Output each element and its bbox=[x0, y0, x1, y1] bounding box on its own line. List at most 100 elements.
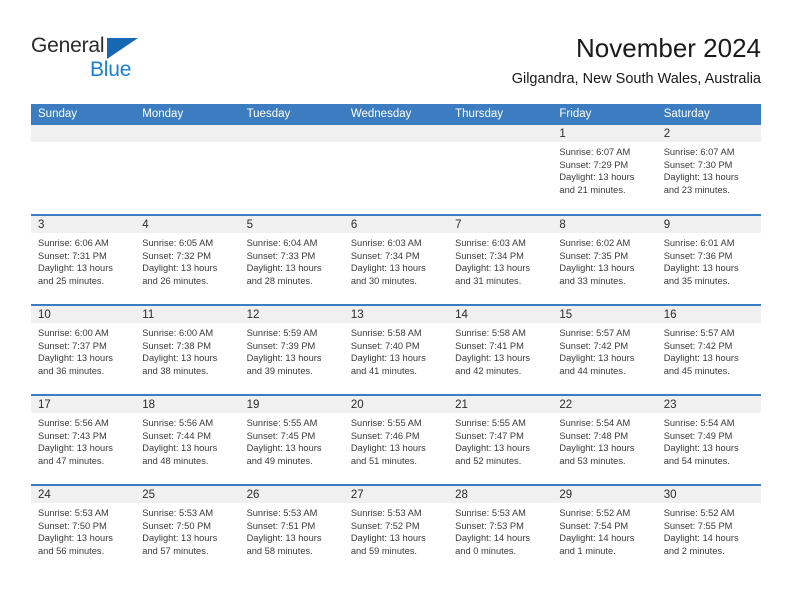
day-details: Sunrise: 6:05 AM Sunset: 7:32 PM Daylight:… bbox=[135, 233, 239, 287]
generalblue-logo[interactable]: General Blue bbox=[31, 34, 231, 92]
sunrise-text: Sunrise: 5:52 AM bbox=[559, 508, 631, 518]
day-number: 1 bbox=[552, 125, 657, 142]
day-number: 10 bbox=[31, 306, 136, 323]
calendar-day-cell[interactable]: 11 Sunrise: 6:00 AM Sunset: 7:38 PM Dayligh… bbox=[135, 304, 240, 395]
calendar-day-cell[interactable]: 3 Sunrise: 6:06 AM Sunset: 7:31 PM Daylight… bbox=[31, 214, 136, 305]
calendar-day-cell[interactable]: 20 Sunrise: 5:55 AM Sunset: 7:46 PM Dayligh… bbox=[343, 394, 449, 485]
daylight-text-line1: Daylight: 13 hours bbox=[246, 533, 322, 544]
daylight-text-line1: Daylight: 13 hours bbox=[559, 353, 635, 364]
calendar-day-cell[interactable]: 1 Sunrise: 6:07 AM Sunset: 7:29 PM Daylight… bbox=[552, 125, 657, 215]
daylight-text-line1: Daylight: 13 hours bbox=[455, 443, 531, 454]
calendar-day-cell[interactable]: 15 Sunrise: 5:57 AM Sunset: 7:42 PM Dayligh… bbox=[552, 304, 657, 395]
calendar-day-cell[interactable]: 13 Sunrise: 5:58 AM Sunset: 7:40 PM Dayligh… bbox=[343, 304, 449, 395]
calendar-day-cell[interactable]: 21 Sunrise: 5:55 AM Sunset: 7:47 PM Dayligh… bbox=[448, 394, 553, 485]
day-details: Sunrise: 6:06 AM Sunset: 7:31 PM Daylight:… bbox=[31, 233, 135, 287]
calendar-day-cell[interactable]: 2 Sunrise: 6:07 AM Sunset: 7:30 PM Daylight… bbox=[656, 125, 761, 215]
day-number: 27 bbox=[343, 486, 449, 503]
daylight-text-line1: Daylight: 13 hours bbox=[350, 353, 426, 364]
calendar-day-cell[interactable]: 26 Sunrise: 5:53 AM Sunset: 7:51 PM Dayligh… bbox=[239, 484, 344, 575]
calendar-day-cell[interactable]: 27 Sunrise: 5:53 AM Sunset: 7:52 PM Dayligh… bbox=[343, 484, 449, 575]
calendar-day-cell[interactable]: 28 Sunrise: 5:53 AM Sunset: 7:53 PM Dayligh… bbox=[448, 484, 553, 575]
daylight-text-line2: and 52 minutes. bbox=[455, 455, 522, 466]
calendar-day-cell[interactable]: 29 Sunrise: 5:52 AM Sunset: 7:54 PM Dayligh… bbox=[552, 484, 657, 575]
day-number: 29 bbox=[552, 486, 657, 503]
day-number: 23 bbox=[656, 396, 761, 413]
calendar-day-cell[interactable]: 10 Sunrise: 6:00 AM Sunset: 7:37 PM Dayligh… bbox=[31, 304, 136, 395]
daylight-text-line1: Daylight: 13 hours bbox=[663, 443, 739, 454]
calendar-day-cell[interactable]: 24 Sunrise: 5:53 AM Sunset: 7:50 PM Dayligh… bbox=[31, 484, 136, 575]
sunrise-text: Sunrise: 5:57 AM bbox=[559, 328, 631, 338]
sunset-text: Sunset: 7:32 PM bbox=[142, 250, 212, 261]
day-number: 13 bbox=[343, 306, 449, 323]
sunrise-text: Sunrise: 5:52 AM bbox=[663, 508, 735, 518]
daylight-text-line1: Daylight: 13 hours bbox=[38, 263, 113, 274]
day-number bbox=[343, 125, 449, 142]
sunrise-text: Sunrise: 5:56 AM bbox=[38, 418, 109, 428]
sunrise-text: Sunrise: 5:55 AM bbox=[246, 418, 318, 428]
calendar-day-cell[interactable]: 7 Sunrise: 6:03 AM Sunset: 7:34 PM Daylight… bbox=[448, 214, 553, 305]
calendar-day-cell[interactable]: 14 Sunrise: 5:58 AM Sunset: 7:41 PM Dayligh… bbox=[448, 304, 553, 395]
calendar-day-cell[interactable]: 9 Sunrise: 6:01 AM Sunset: 7:36 PM Daylight… bbox=[656, 214, 761, 305]
day-details: Sunrise: 5:55 AM Sunset: 7:46 PM Daylight:… bbox=[344, 413, 448, 467]
calendar-day-cell[interactable]: 6 Sunrise: 6:03 AM Sunset: 7:34 PM Daylight… bbox=[343, 214, 449, 305]
calendar-day-cell[interactable]: 4 Sunrise: 6:05 AM Sunset: 7:32 PM Daylight… bbox=[135, 214, 240, 305]
day-number bbox=[135, 125, 240, 142]
sunset-text: Sunset: 7:41 PM bbox=[455, 340, 524, 351]
sunrise-text: Sunrise: 5:53 AM bbox=[246, 508, 318, 518]
calendar-day-cell[interactable]: 5 Sunrise: 6:04 AM Sunset: 7:33 PM Daylight… bbox=[239, 214, 344, 305]
daylight-text-line1: Daylight: 14 hours bbox=[559, 533, 635, 544]
day-details: Sunrise: 6:07 AM Sunset: 7:29 PM Daylight:… bbox=[552, 142, 656, 196]
daylight-text-line1: Daylight: 13 hours bbox=[559, 172, 635, 183]
calendar-day-cell[interactable]: 30 Sunrise: 5:52 AM Sunset: 7:55 PM Dayligh… bbox=[656, 484, 761, 575]
day-details: Sunrise: 5:53 AM Sunset: 7:53 PM Daylight:… bbox=[448, 503, 552, 557]
sunset-text: Sunset: 7:35 PM bbox=[559, 250, 629, 261]
daylight-text-line2: and 48 minutes. bbox=[142, 455, 209, 466]
calendar-day-cell[interactable]: 17 Sunrise: 5:56 AM Sunset: 7:43 PM Dayligh… bbox=[31, 394, 136, 485]
calendar-day-cell[interactable]: 19 Sunrise: 5:55 AM Sunset: 7:45 PM Dayligh… bbox=[239, 394, 344, 485]
day-details: Sunrise: 5:55 AM Sunset: 7:47 PM Daylight:… bbox=[448, 413, 552, 467]
calendar-day-cell[interactable]: 16 Sunrise: 5:57 AM Sunset: 7:42 PM Dayligh… bbox=[656, 304, 761, 395]
sunrise-text: Sunrise: 5:54 AM bbox=[663, 418, 735, 428]
daylight-text-line2: and 35 minutes. bbox=[663, 275, 730, 286]
daylight-text-line2: and 49 minutes. bbox=[246, 455, 313, 466]
day-number: 18 bbox=[135, 396, 240, 413]
daylight-text-line2: and 26 minutes. bbox=[142, 275, 209, 286]
daylight-text-line2: and 44 minutes. bbox=[559, 365, 626, 376]
day-details: Sunrise: 5:54 AM Sunset: 7:49 PM Daylight:… bbox=[657, 413, 761, 467]
calendar-day-cell[interactable]: 18 Sunrise: 5:56 AM Sunset: 7:44 PM Dayligh… bbox=[135, 394, 240, 485]
weekday-header-friday: Friday bbox=[552, 104, 657, 125]
calendar-cell-empty bbox=[135, 125, 240, 215]
calendar-day-cell[interactable]: 22 Sunrise: 5:54 AM Sunset: 7:48 PM Dayligh… bbox=[552, 394, 657, 485]
day-details: Sunrise: 5:53 AM Sunset: 7:50 PM Daylight:… bbox=[135, 503, 239, 557]
sunrise-text: Sunrise: 5:54 AM bbox=[559, 418, 631, 428]
day-number: 24 bbox=[31, 486, 136, 503]
day-number: 3 bbox=[31, 216, 136, 233]
day-number: 15 bbox=[552, 306, 657, 323]
sunset-text: Sunset: 7:46 PM bbox=[350, 430, 420, 441]
logo-text-blue: Blue bbox=[90, 58, 132, 81]
sunrise-text: Sunrise: 5:53 AM bbox=[350, 508, 422, 518]
daylight-text-line1: Daylight: 13 hours bbox=[38, 443, 113, 454]
sunset-text: Sunset: 7:37 PM bbox=[38, 340, 107, 351]
day-details: Sunrise: 5:52 AM Sunset: 7:54 PM Daylight:… bbox=[552, 503, 656, 557]
sunset-text: Sunset: 7:30 PM bbox=[663, 159, 733, 170]
weekday-header-monday: Monday bbox=[135, 104, 240, 125]
sunset-text: Sunset: 7:34 PM bbox=[350, 250, 420, 261]
daylight-text-line1: Daylight: 13 hours bbox=[559, 263, 635, 274]
sunrise-text: Sunrise: 5:55 AM bbox=[350, 418, 422, 428]
weekday-header-wednesday: Wednesday bbox=[343, 104, 449, 125]
calendar-day-cell[interactable]: 12 Sunrise: 5:59 AM Sunset: 7:39 PM Dayligh… bbox=[239, 304, 344, 395]
sunset-text: Sunset: 7:40 PM bbox=[350, 340, 420, 351]
day-number: 6 bbox=[343, 216, 449, 233]
day-number bbox=[31, 125, 136, 142]
daylight-text-line1: Daylight: 13 hours bbox=[559, 443, 635, 454]
calendar-day-cell[interactable]: 25 Sunrise: 5:53 AM Sunset: 7:50 PM Dayligh… bbox=[135, 484, 240, 575]
calendar-day-cell[interactable]: 8 Sunrise: 6:02 AM Sunset: 7:35 PM Daylight… bbox=[552, 214, 657, 305]
sunrise-text: Sunrise: 6:07 AM bbox=[663, 147, 735, 157]
day-number: 25 bbox=[135, 486, 240, 503]
title-block: November 2024 Gilgandra, New South Wales… bbox=[512, 32, 761, 88]
sunrise-text: Sunrise: 5:57 AM bbox=[663, 328, 735, 338]
daylight-text-line1: Daylight: 13 hours bbox=[142, 443, 218, 454]
sunset-text: Sunset: 7:54 PM bbox=[559, 520, 629, 531]
calendar-day-cell[interactable]: 23 Sunrise: 5:54 AM Sunset: 7:49 PM Dayligh… bbox=[656, 394, 761, 485]
